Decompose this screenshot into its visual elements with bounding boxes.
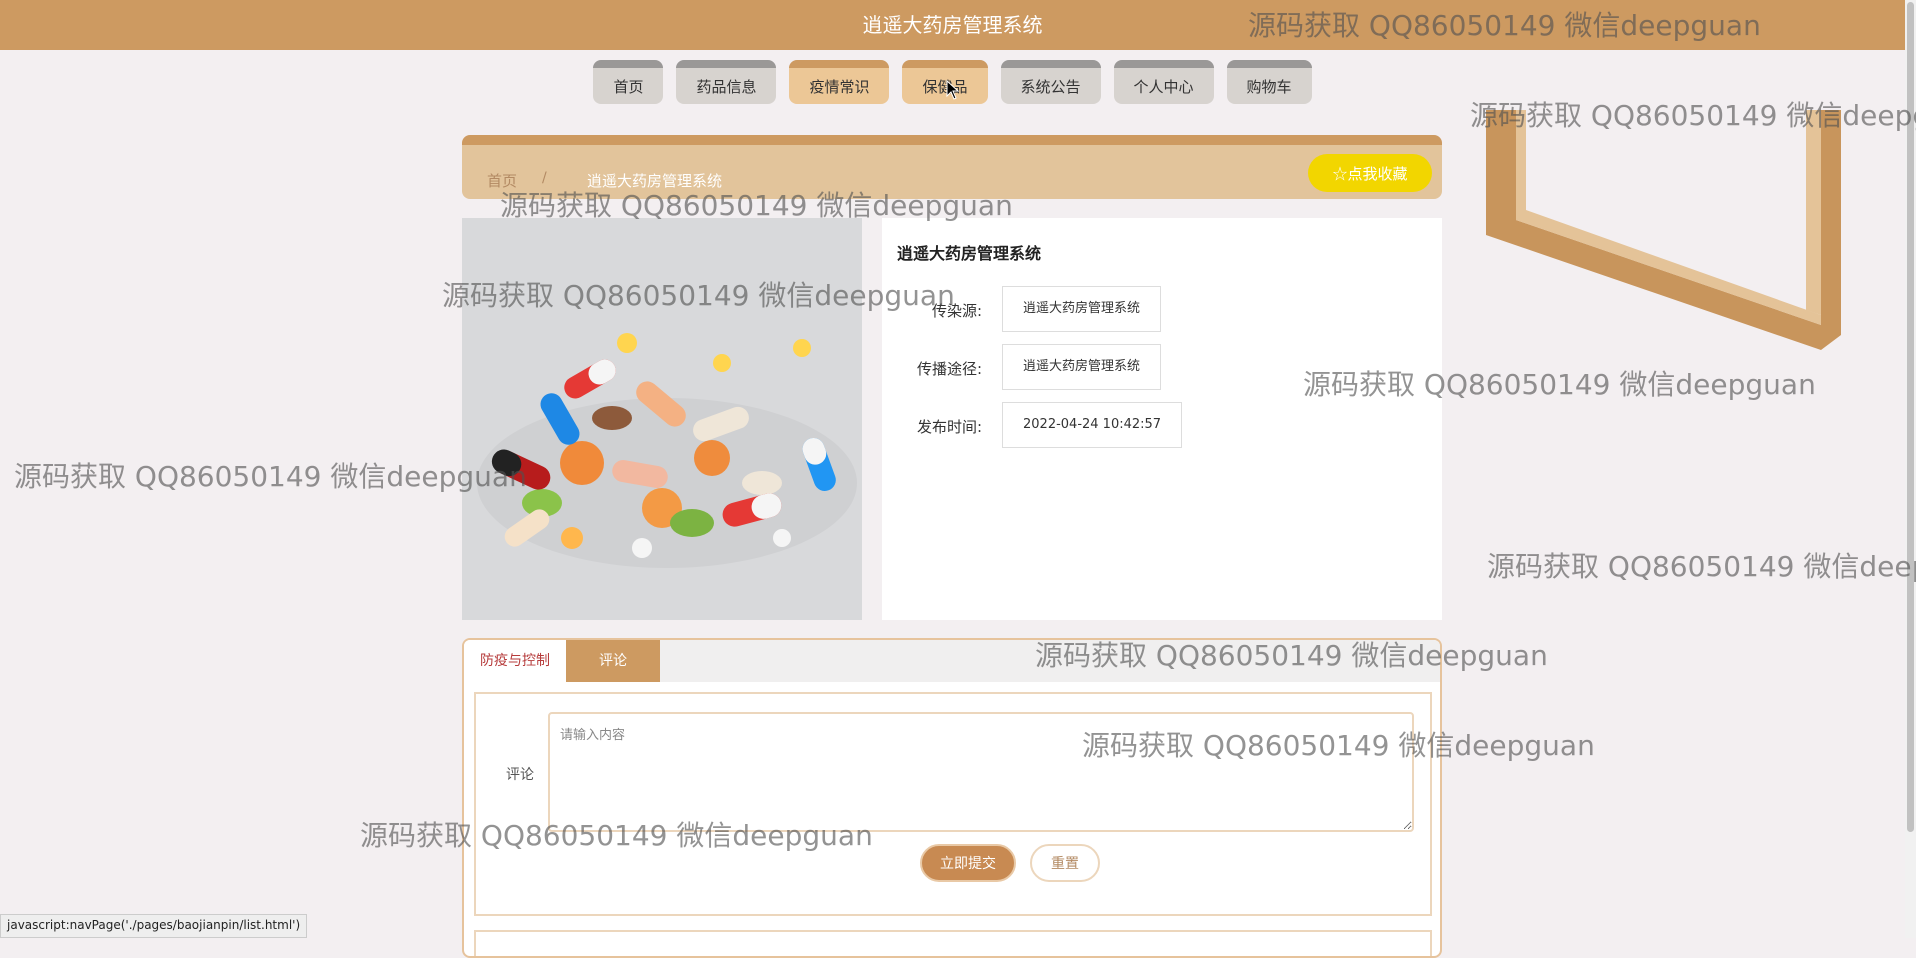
tab-prevention[interactable]: 防疫与控制 [464,640,566,682]
detail-label: 发布时间: [916,418,982,436]
detail-value: 2022-04-24 10:42:57 [1002,402,1183,448]
nav-item-personal-center[interactable]: 个人中心 [1113,60,1214,104]
tabs-header: 防疫与控制 评论 [464,640,1440,682]
nav-item-medicine-info[interactable]: 药品信息 [676,60,777,104]
detail-value: 逍遥大药房管理系统 [1002,344,1162,390]
detail-title: 逍遥大药房管理系统 [897,244,1042,263]
watermark: 源码获取 QQ86050149 微信deepguan [1487,550,1916,583]
comment-form: 评论 立即提交 重置 [474,692,1432,916]
watermark: 源码获取 QQ86050149 微信deepguan [14,460,527,493]
reset-button[interactable]: 重置 [1030,844,1100,882]
nav-item-announcements[interactable]: 系统公告 [1000,60,1101,104]
nav-item-epidemic-knowledge[interactable]: 疫情常识 [789,60,890,104]
app-title: 逍遥大药房管理系统 [862,13,1043,37]
detail-label: 传染源: [931,302,982,320]
mouse-pointer-icon [946,80,960,100]
product-image [462,218,862,620]
app-title-bar: 逍遥大药房管理系统 [0,0,1905,50]
nav-item-home[interactable]: 首页 [593,60,664,104]
tabs-container: 防疫与控制 评论 评论 立即提交 重置 [462,638,1442,958]
detail-row-transmission: 传播途径: 逍遥大药房管理系统 [882,344,1442,390]
breadcrumb: 首页 / 逍遥大药房管理系统 ☆点我收藏 [462,135,1442,199]
submit-button[interactable]: 立即提交 [920,844,1016,882]
collect-button[interactable]: ☆点我收藏 [1308,154,1432,192]
detail-label: 传播途径: [916,360,982,378]
detail-value: 逍遥大药房管理系统 [1002,286,1162,332]
pills-image [462,218,862,620]
nav-item-cart[interactable]: 购物车 [1226,60,1312,104]
detail-panel: 逍遥大药房管理系统 传染源: 逍遥大药房管理系统 传播途径: 逍遥大药房管理系统… [882,218,1442,620]
breadcrumb-current: 逍遥大药房管理系统 [587,172,723,190]
status-bar-link: javascript:navPage('./pages/baojianpin/l… [0,914,308,938]
comment-list [474,930,1432,956]
vertical-scrollbar[interactable] [1905,0,1916,938]
breadcrumb-separator: / [542,170,547,186]
breadcrumb-home-link[interactable]: 首页 [487,170,517,191]
decorative-frame [1486,110,1841,350]
detail-row-source: 传染源: 逍遥大药房管理系统 [882,286,1442,332]
comment-input[interactable] [548,712,1414,832]
tab-comments[interactable]: 评论 [566,640,660,682]
detail-row-publish-time: 发布时间: 2022-04-24 10:42:57 [882,402,1442,448]
nav-item-health-products[interactable]: 保健品 [902,60,988,104]
comment-label: 评论 [506,767,534,783]
scrollbar-thumb[interactable] [1907,2,1914,832]
